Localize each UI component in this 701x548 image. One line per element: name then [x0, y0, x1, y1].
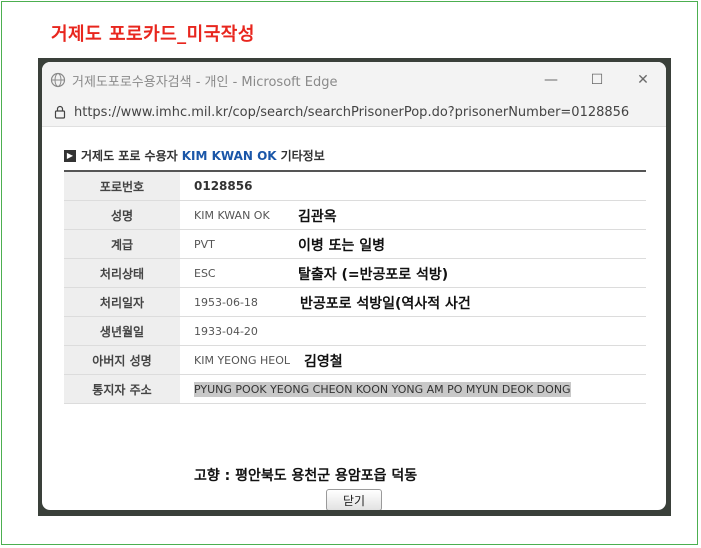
row-label: 생년월일	[64, 316, 180, 346]
page-title: 거제도 포로카드_미국작성	[51, 24, 255, 45]
row-label: 처리일자	[64, 287, 180, 317]
prisoner-name: KIM KWAN OK	[181, 148, 277, 163]
row-value: 1933-04-20	[180, 316, 646, 346]
table-row: 통지자 주소 PYUNG POOK YEONG CHEON KOON YONG …	[64, 374, 646, 404]
row-value: KIM YEONG HEOL 김영철	[180, 345, 646, 375]
minimize-button[interactable]: —	[528, 62, 574, 98]
row-label: 처리상태	[64, 258, 180, 288]
section-header: ▶ 거제도 포로 수용자 KIM KWAN OK 기타정보	[64, 147, 646, 172]
rank-value: PVT	[194, 237, 215, 251]
browser-window: 거제도포로수용자검색 - 개인 - Microsoft Edge — ☐ ✕ h…	[42, 62, 666, 510]
maximize-button[interactable]: ☐	[574, 62, 620, 98]
section-suffix: 기타정보	[280, 149, 325, 163]
row-label: 성명	[64, 200, 180, 230]
father-name-value: KIM YEONG HEOL	[194, 353, 291, 367]
row-value: ESC 탈출자 (=반공포로 석방)	[180, 258, 646, 288]
name-annotation: 김관옥	[298, 209, 337, 225]
row-value: KIM KWAN OK 김관옥	[180, 200, 646, 230]
lock-icon[interactable]	[54, 105, 66, 119]
prisoner-info-table: 포로번호 0128856 성명 KIM KWAN OK 김관옥 계급 PVT 이…	[64, 172, 646, 404]
globe-icon	[50, 72, 66, 88]
row-label: 통지자 주소	[64, 374, 180, 404]
row-value: PYUNG POOK YEONG CHEON KOON YONG AM PO M…	[180, 374, 646, 404]
close-window-button[interactable]: ✕	[620, 62, 666, 98]
status-annotation: 탈출자 (=반공포로 석방)	[298, 267, 449, 283]
close-button[interactable]: 닫기	[326, 489, 382, 510]
date-value: 1953-06-18	[194, 295, 258, 309]
father-name-annotation: 김영철	[304, 354, 343, 370]
hometown-note: 고향 : 평안북도 용천군 용암포읍 덕동	[194, 468, 418, 484]
birthdate-value: 1933-04-20	[194, 324, 258, 338]
address-value: PYUNG POOK YEONG CHEON KOON YONG AM PO M…	[194, 381, 571, 397]
url-text[interactable]: https://www.imhc.mil.kr/cop/search/searc…	[74, 105, 629, 120]
table-row: 성명 KIM KWAN OK 김관옥	[64, 200, 646, 230]
window-titlebar: 거제도포로수용자검색 - 개인 - Microsoft Edge — ☐ ✕	[42, 62, 666, 98]
date-annotation: 반공포로 석방일(역사적 사건	[300, 296, 471, 312]
table-row: 포로번호 0128856	[64, 172, 646, 201]
name-value: KIM KWAN OK	[194, 208, 270, 222]
table-row: 처리상태 ESC 탈출자 (=반공포로 석방)	[64, 258, 646, 288]
table-row: 계급 PVT 이병 또는 일병	[64, 229, 646, 259]
row-label: 포로번호	[64, 172, 180, 201]
row-value: PVT 이병 또는 일병	[180, 229, 646, 259]
rank-annotation: 이병 또는 일병	[298, 238, 386, 254]
prisoner-number: 0128856	[194, 179, 253, 193]
row-label: 계급	[64, 229, 180, 259]
arrow-right-icon: ▶	[64, 149, 76, 162]
table-row: 처리일자 1953-06-18 반공포로 석방일(역사적 사건	[64, 287, 646, 317]
row-value: 0128856	[180, 172, 646, 201]
row-label: 아버지 성명	[64, 345, 180, 375]
section-prefix: 거제도 포로 수용자	[81, 149, 178, 163]
status-value: ESC	[194, 266, 216, 280]
table-row: 아버지 성명 KIM YEONG HEOL 김영철	[64, 345, 646, 375]
row-value: 1953-06-18 반공포로 석방일(역사적 사건	[180, 287, 646, 317]
table-row: 생년월일 1933-04-20	[64, 316, 646, 346]
window-title: 거제도포로수용자검색 - 개인 - Microsoft Edge	[72, 74, 338, 90]
page-content: ▶ 거제도 포로 수용자 KIM KWAN OK 기타정보 포로번호 01288…	[42, 127, 666, 510]
address-bar[interactable]: https://www.imhc.mil.kr/cop/search/searc…	[42, 98, 666, 127]
